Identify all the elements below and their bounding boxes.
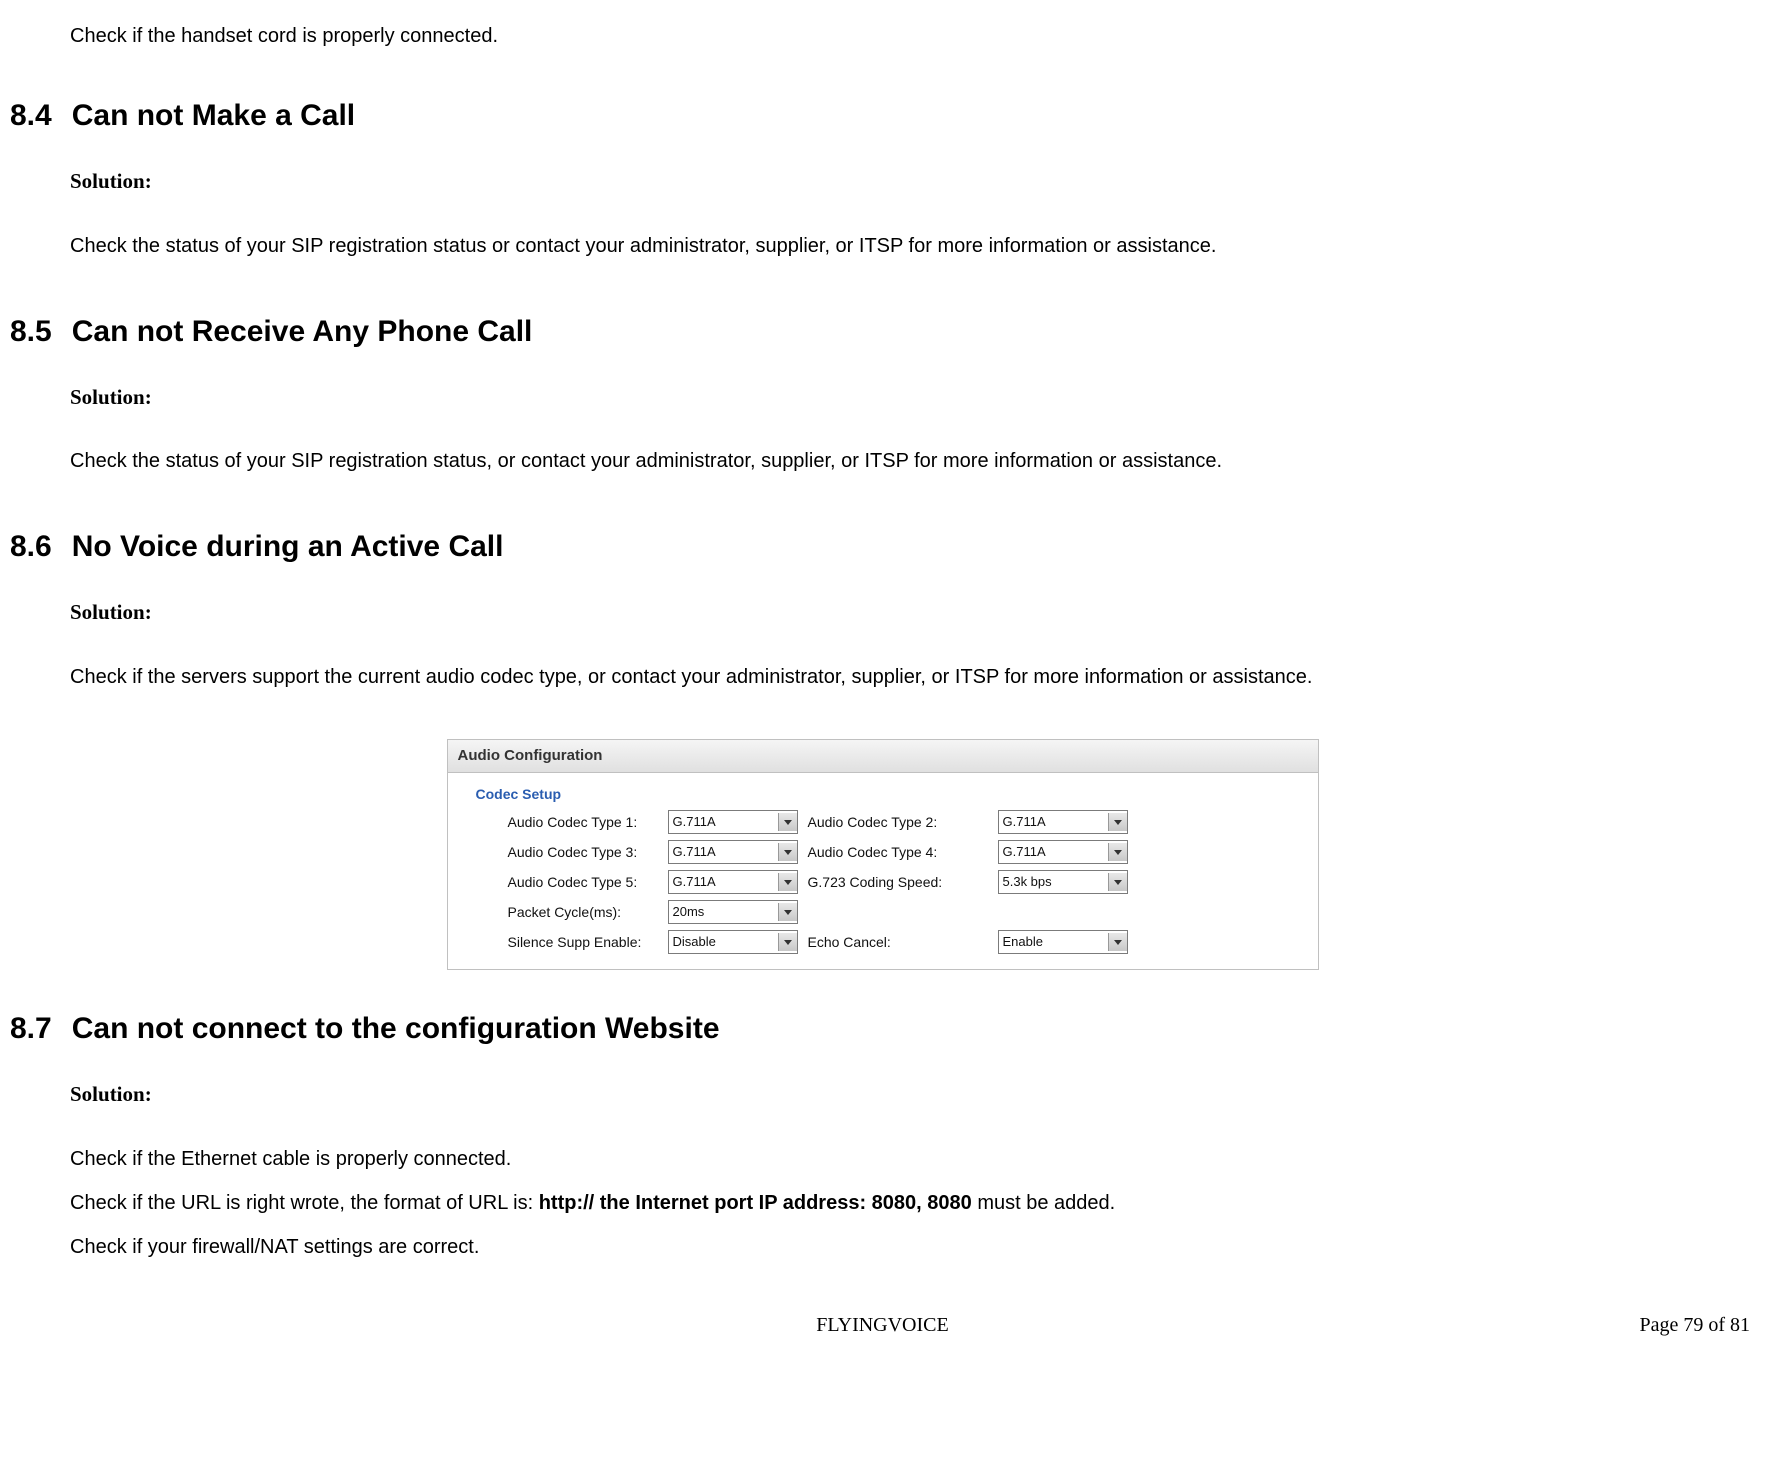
packet-cycle-select[interactable]: 20ms <box>668 900 798 924</box>
footer-brand: FLYINGVOICE <box>816 1309 948 1341</box>
codec-label: Packet Cycle(ms): <box>508 901 658 923</box>
heading-title: Can not Receive Any Phone Call <box>72 315 533 348</box>
heading-8-7: 8.7 Can not connect to the configuration … <box>10 1005 1755 1053</box>
codec-label: Audio Codec Type 2: <box>808 811 988 833</box>
heading-title: No Voice during an Active Call <box>72 530 504 563</box>
solution-label: Solution: <box>70 165 1755 199</box>
section-body: Check if the Ethernet cable is properly … <box>70 1137 1755 1269</box>
chevron-down-icon <box>1108 933 1127 951</box>
select-value: G.711A <box>673 872 716 893</box>
codec-setup-label: Codec Setup <box>476 783 1318 805</box>
codec-type-1-select[interactable]: G.711A <box>668 810 798 834</box>
silence-supp-select[interactable]: Disable <box>668 930 798 954</box>
codec-type-4-select[interactable]: G.711A <box>998 840 1128 864</box>
chevron-down-icon <box>1108 813 1127 831</box>
select-value: Enable <box>1003 932 1043 953</box>
codec-grid: Audio Codec Type 1: G.711A Audio Codec T… <box>508 810 1318 954</box>
select-value: G.711A <box>673 842 716 863</box>
heading-8-4: 8.4 Can not Make a Call <box>10 92 1755 140</box>
solution-label: Solution: <box>70 1078 1755 1112</box>
select-value: 5.3k bps <box>1003 872 1052 893</box>
echo-cancel-select[interactable]: Enable <box>998 930 1128 954</box>
codec-label: Audio Codec Type 1: <box>508 811 658 833</box>
chevron-down-icon <box>778 873 797 891</box>
codec-type-5-select[interactable]: G.711A <box>668 870 798 894</box>
chevron-down-icon <box>778 843 797 861</box>
body-line: Check if the Ethernet cable is properly … <box>70 1137 1755 1181</box>
intro-text: Check if the handset cord is properly co… <box>70 20 1755 52</box>
section-body: Check if the servers support the current… <box>70 655 1755 699</box>
section-body: Check the status of your SIP registratio… <box>70 439 1755 483</box>
audio-config-title: Audio Configuration <box>448 740 1318 773</box>
text-span: must be added. <box>972 1192 1115 1214</box>
codec-type-2-select[interactable]: G.711A <box>998 810 1128 834</box>
heading-8-6: 8.6 No Voice during an Active Call <box>10 523 1755 571</box>
select-value: 20ms <box>673 902 705 923</box>
heading-title: Can not Make a Call <box>72 99 355 132</box>
url-format-bold: http:// the Internet port IP address: 80… <box>539 1192 972 1214</box>
heading-num: 8.7 <box>10 1012 52 1045</box>
chevron-down-icon <box>778 903 797 921</box>
codec-type-3-select[interactable]: G.711A <box>668 840 798 864</box>
heading-8-5: 8.5 Can not Receive Any Phone Call <box>10 308 1755 356</box>
chevron-down-icon <box>778 813 797 831</box>
page-footer: FLYINGVOICE Page 79 of 81 <box>10 1309 1755 1351</box>
codec-label: Audio Codec Type 3: <box>508 841 658 863</box>
g723-speed-select[interactable]: 5.3k bps <box>998 870 1128 894</box>
solution-label: Solution: <box>70 381 1755 415</box>
select-value: Disable <box>673 932 716 953</box>
solution-label: Solution: <box>70 596 1755 630</box>
heading-num: 8.5 <box>10 315 52 348</box>
chevron-down-icon <box>1108 873 1127 891</box>
audio-config-panel: Audio Configuration Codec Setup Audio Co… <box>447 739 1319 970</box>
codec-label: Echo Cancel: <box>808 931 988 953</box>
chevron-down-icon <box>1108 843 1127 861</box>
heading-num: 8.6 <box>10 530 52 563</box>
heading-title: Can not connect to the configuration Web… <box>72 1012 720 1045</box>
select-value: G.711A <box>1003 812 1046 833</box>
select-value: G.711A <box>1003 842 1046 863</box>
codec-label: Audio Codec Type 4: <box>808 841 988 863</box>
codec-label: Silence Supp Enable: <box>508 931 658 953</box>
text-span: Check if the URL is right wrote, the for… <box>70 1192 539 1214</box>
section-body: Check the status of your SIP registratio… <box>70 224 1755 268</box>
body-line: Check if your firewall/NAT settings are … <box>70 1225 1755 1269</box>
chevron-down-icon <box>778 933 797 951</box>
heading-num: 8.4 <box>10 99 52 132</box>
select-value: G.711A <box>673 812 716 833</box>
codec-label: G.723 Coding Speed: <box>808 871 988 893</box>
footer-page-number: Page 79 of 81 <box>1639 1309 1750 1341</box>
body-line: Check if the URL is right wrote, the for… <box>70 1181 1755 1225</box>
codec-label: Audio Codec Type 5: <box>508 871 658 893</box>
